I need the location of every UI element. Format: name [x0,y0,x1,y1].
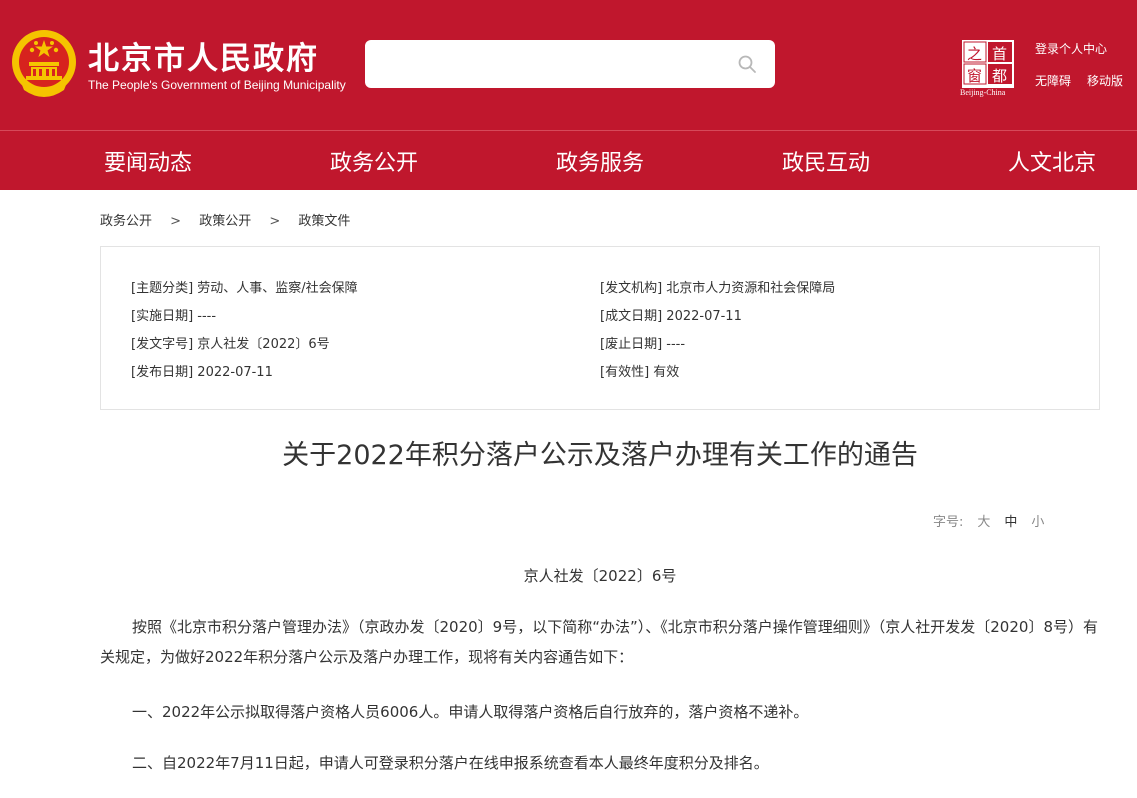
search-icon[interactable] [737,54,757,74]
meta-publish-date: [发布日期] 2022-07-11 [131,361,273,380]
site-header: 北京市人民政府 The People's Government of Beiji… [0,0,1137,130]
nav-item-culture[interactable]: 人文北京 [1008,145,1096,177]
font-size-medium-button[interactable]: 中 [1004,515,1017,530]
font-size-label: 字号: [933,515,964,530]
document-title: 关于2022年积分落户公示及落户办理有关工作的通告 [282,440,918,471]
site-subtitle: The People's Government of Beijing Munic… [88,78,346,92]
meta-value: ---- [666,337,686,352]
meta-value: 2022-07-11 [197,365,273,380]
meta-label: [成文日期] [600,309,663,324]
font-size-small-button[interactable]: 小 [1031,515,1044,530]
accessibility-link[interactable]: 无障碍 [1035,72,1071,89]
breadcrumb-item-gov-open[interactable]: 政务公开 [100,210,152,229]
meta-label: [发布日期] [131,365,194,380]
meta-label: [发文机构] [600,281,663,296]
main-nav: 要闻动态 政务公开 政务服务 政民互动 人文北京 [0,130,1137,190]
body-paragraph: 一、2022年公示拟取得落户资格人员6006人。申请人取得落户资格后自行放弃的，… [132,703,809,721]
meta-written-date: [成文日期] 2022-07-11 [600,305,742,324]
document-metadata-panel: [主题分类] 劳动、人事、监察/社会保障 [实施日期] ---- [发文字号] … [100,246,1100,410]
search-input[interactable] [377,48,717,80]
meta-value: 2022-07-11 [666,309,742,324]
logo-caption: Beijing-China [960,88,1006,97]
nav-item-interaction[interactable]: 政民互动 [782,145,870,177]
capital-window-logo[interactable]: 之 首 窗 都 Beijing-China [956,38,1020,100]
logo-char-zhi: 之 [967,45,983,63]
logo-char-shou: 首 [992,45,1008,63]
logo-char-chuang: 窗 [967,67,983,85]
font-size-control: 字号: 大中小 [933,511,1044,530]
meta-doc-number: [发文字号] 京人社发〔2022〕6号 [131,333,330,352]
nav-item-gov-affairs-open[interactable]: 政务公开 [330,145,418,177]
meta-value: 北京市人力资源和社会保障局 [666,281,836,296]
meta-issuer: [发文机构] 北京市人力资源和社会保障局 [600,277,835,296]
meta-label: [实施日期] [131,309,194,324]
site-title[interactable]: 北京市人民政府 [88,33,319,78]
meta-label: [发文字号] [131,337,194,352]
document-number: 京人社发〔2022〕6号 [523,567,677,585]
meta-label: [废止日期] [600,337,663,352]
breadcrumb-item-policy-open[interactable]: 政策公开 [199,210,251,229]
meta-topic: [主题分类] 劳动、人事、监察/社会保障 [131,277,358,296]
nav-item-gov-services[interactable]: 政务服务 [556,145,644,177]
nav-item-news[interactable]: 要闻动态 [104,145,192,177]
breadcrumb-separator: > [269,214,281,229]
meta-value: ---- [197,309,217,324]
meta-label: [主题分类] [131,281,194,296]
meta-validity: [有效性] 有效 [600,361,679,380]
meta-label: [有效性] [600,365,650,380]
font-size-large-button[interactable]: 大 [977,515,990,530]
breadcrumb-item-policy-docs[interactable]: 政策文件 [298,210,350,229]
meta-value: 有效 [653,365,680,380]
meta-effective-date: [实施日期] ---- [131,305,216,324]
breadcrumb: 政务公开 > 政策公开 > 政策文件 [100,210,350,229]
meta-abolish-date: [废止日期] ---- [600,333,685,352]
meta-value: 京人社发〔2022〕6号 [197,337,330,352]
logo-char-du: 都 [992,67,1008,85]
search-box[interactable] [365,40,775,88]
national-emblem-icon [12,30,76,97]
mobile-version-link[interactable]: 移动版 [1087,72,1123,89]
body-paragraph: 按照《北京市积分落户管理办法》（京政办发〔2020〕9号，以下简称“办法”）、《… [100,618,1098,666]
login-link[interactable]: 登录个人中心 [1035,40,1107,57]
body-paragraph: 二、自2022年7月11日起，申请人可登录积分落户在线申报系统查看本人最终年度积… [132,754,769,772]
meta-value: 劳动、人事、监察/社会保障 [197,281,358,296]
breadcrumb-separator: > [170,214,182,229]
